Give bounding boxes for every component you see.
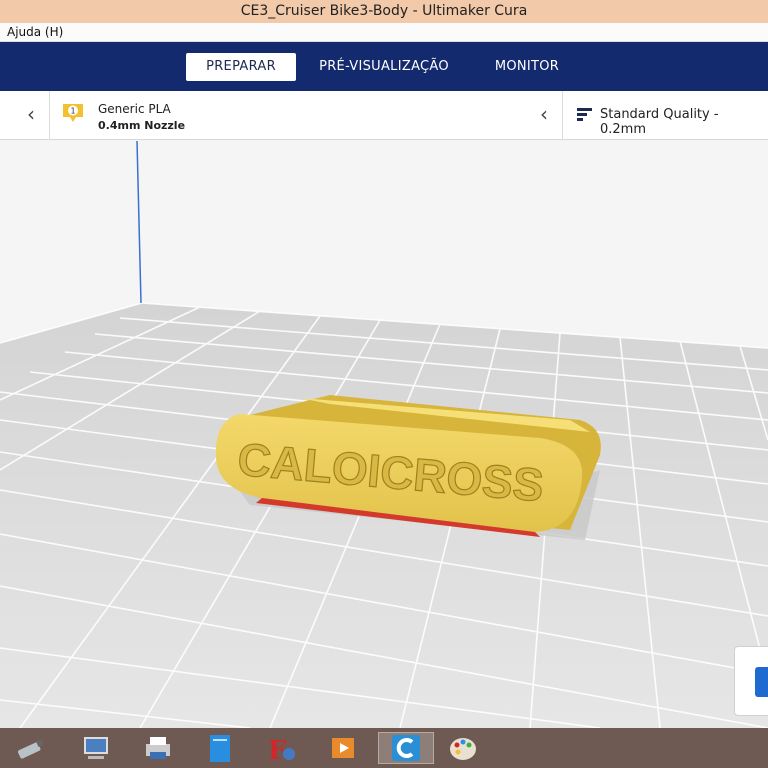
build-plate-viewport[interactable]: CALOICROSS xyxy=(0,141,768,728)
quality-profile[interactable]: Standard Quality - 0.2mm xyxy=(600,107,768,137)
window-title: CE3_Cruiser Bike3-Body - Ultimaker Cura xyxy=(0,0,768,23)
network-computer-icon[interactable] xyxy=(78,732,114,764)
cura-icon[interactable] xyxy=(378,732,434,764)
nozzle-size[interactable]: 0.4mm Nozzle xyxy=(98,119,185,132)
paint-icon[interactable] xyxy=(446,732,482,764)
material-chevron-icon[interactable]: ‹ xyxy=(531,91,557,140)
font-settings-icon[interactable]: F xyxy=(264,732,300,766)
divider xyxy=(562,91,563,140)
media-player-icon[interactable] xyxy=(326,732,362,764)
side-panel-handle[interactable] xyxy=(734,646,768,716)
divider xyxy=(49,91,50,140)
tab-monitor[interactable]: MONITOR xyxy=(478,53,576,81)
menu-bar: Ajuda (H) xyxy=(0,23,768,42)
extruder-number: 1 xyxy=(70,107,75,116)
tab-prepare[interactable]: PREPARAR xyxy=(186,53,296,81)
taskbar: F xyxy=(0,728,768,768)
material-name[interactable]: Generic PLA xyxy=(98,102,171,116)
collapse-left-chevron-icon[interactable]: ‹ xyxy=(18,91,44,140)
menu-item-help[interactable]: Ajuda (H) xyxy=(7,25,63,39)
extruder-badge-icon[interactable]: 1 xyxy=(62,103,84,123)
side-panel-button[interactable] xyxy=(755,667,768,697)
usb-drive-icon[interactable] xyxy=(14,732,50,764)
tab-preview[interactable]: PRÉ-VISUALIZAÇÃO xyxy=(316,53,452,81)
printer-config-icon[interactable] xyxy=(140,732,176,764)
stage-header: PREPARAR PRÉ-VISUALIZAÇÃO MONITOR xyxy=(0,42,768,91)
print-settings-icon[interactable] xyxy=(577,107,592,123)
svg-text:F: F xyxy=(268,736,287,764)
blue-document-icon[interactable] xyxy=(202,732,238,764)
